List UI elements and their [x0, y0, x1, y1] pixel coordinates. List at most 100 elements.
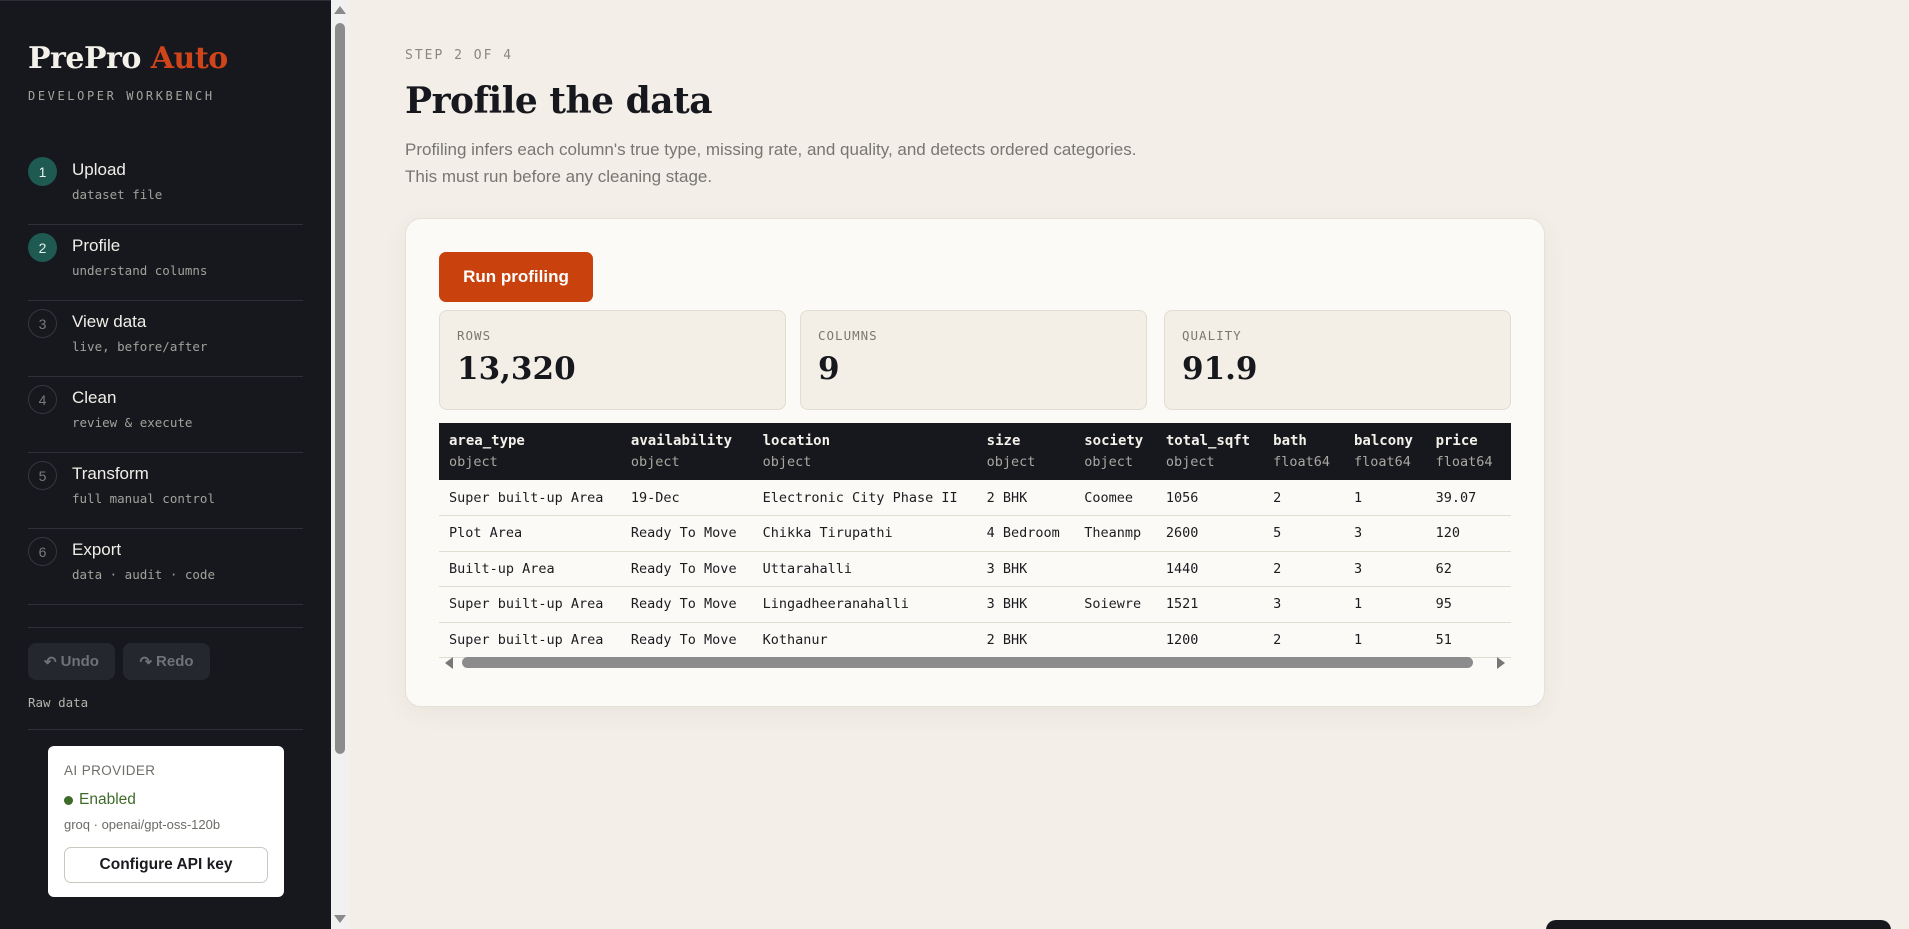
step-number: 2 [28, 233, 57, 262]
ai-provider-status: Enabled [64, 791, 136, 809]
undo-label: Undo [60, 653, 99, 670]
column-type: object [986, 454, 1036, 470]
run-profiling-button[interactable]: Run profiling [439, 252, 593, 302]
scroll-left-arrow-icon[interactable] [445, 657, 453, 669]
column-name: price [1435, 433, 1478, 449]
redo-icon: ↷ [139, 653, 153, 671]
step-item-clean[interactable]: 4 Clean review & execute [28, 377, 303, 453]
step-item-view-data[interactable]: 3 View data live, before/after [28, 301, 303, 377]
table-cell: 5 [1263, 515, 1344, 552]
table-cell: 2600 [1155, 515, 1264, 552]
scroll-up-arrow-icon[interactable] [334, 6, 346, 14]
sidebar-divider [28, 729, 303, 730]
configure-api-key-button[interactable]: Configure API key [64, 847, 268, 883]
scrollbar-thumb[interactable] [462, 657, 1473, 668]
sidebar-divider [28, 627, 303, 628]
column-type: object [762, 454, 812, 470]
column-header: area_type object [439, 423, 621, 480]
column-name: size [986, 433, 1021, 449]
column-type: float64 [1353, 454, 1411, 470]
column-header: size object [977, 423, 1075, 480]
bottom-panel-edge [1546, 920, 1891, 929]
brand-subtitle: DEVELOPER WORKBENCH [28, 89, 215, 103]
profile-card: Run profiling ROWS 13,320 COLUMNS 9 QUAL… [405, 218, 1545, 707]
table-cell: 4 Bedroom [976, 515, 1075, 552]
table-cell: Super built-up Area [439, 480, 621, 516]
step-number: 6 [28, 537, 57, 566]
step-navigation: 1 Upload dataset file 2 Profile understa… [28, 149, 303, 605]
metric-rows: ROWS 13,320 [439, 310, 786, 410]
column-header: balcony float64 [1344, 423, 1426, 480]
column-type: float64 [1435, 454, 1493, 470]
column-type: object [630, 454, 680, 470]
column-name: balcony [1353, 433, 1413, 449]
table-row: Built-up Area Ready To Move Uttarahalli … [439, 551, 1511, 587]
page-title: Profile the data [405, 80, 713, 122]
sidebar: PrePro Auto DEVELOPER WORKBENCH 1 Upload… [0, 0, 331, 929]
table-cell: Ready To Move [620, 515, 753, 552]
data-preview-table-container[interactable]: area_type object availability object locat… [439, 423, 1511, 666]
brand-name-part1: PrePro [28, 41, 141, 76]
table-cell: 1200 [1155, 622, 1264, 658]
ai-provider-card: AI PROVIDER Enabled groq · openai/gpt-os… [48, 746, 284, 897]
table-cell: Uttarahalli [752, 551, 977, 587]
brand-logo: PrePro Auto [28, 41, 228, 76]
step-item-upload[interactable]: 1 Upload dataset file [28, 149, 303, 225]
table-row: Super built-up Area Ready To Move Lingad… [439, 586, 1511, 623]
column-name: bath [1273, 433, 1307, 449]
metric-columns: COLUMNS 9 [800, 310, 1147, 410]
table-cell [1074, 551, 1156, 587]
column-header: price float64 [1426, 423, 1511, 480]
sidebar-scrollbar[interactable] [331, 0, 349, 929]
table-cell: 19-Dec [620, 480, 753, 516]
column-header: bath float64 [1263, 423, 1344, 480]
scroll-right-arrow-icon[interactable] [1497, 657, 1505, 669]
scroll-down-arrow-icon[interactable] [334, 915, 346, 923]
step-subtitle: dataset file [72, 187, 163, 202]
table-cell: Plot Area [439, 515, 621, 552]
table-cell: 3 [1343, 515, 1426, 552]
table-cell: 3 BHK [976, 586, 1075, 623]
undo-button[interactable]: ↶ Undo [28, 643, 115, 680]
table-cell: Ready To Move [620, 551, 753, 587]
table-cell: 1 [1343, 480, 1426, 516]
column-type: object [449, 454, 498, 470]
redo-button[interactable]: ↷ Redo [123, 643, 210, 680]
table-cell: 2 BHK [976, 622, 1075, 658]
table-cell: 1521 [1155, 586, 1264, 623]
table-cell: 120 [1425, 515, 1511, 552]
step-indicator: STEP 2 OF 4 [405, 48, 514, 63]
history-state-label: Raw data [28, 695, 89, 710]
table-cell: Coomee [1074, 480, 1156, 516]
redo-label: Redo [156, 653, 194, 670]
table-cell: 1 [1343, 622, 1426, 658]
table-horizontal-scrollbar[interactable] [439, 654, 1511, 670]
step-subtitle: review & execute [72, 415, 193, 430]
column-name: location [762, 433, 831, 449]
metric-label: ROWS [457, 328, 492, 343]
step-item-transform[interactable]: 5 Transform full manual control [28, 453, 303, 529]
table-cell: 1440 [1155, 551, 1264, 587]
table-cell: Electronic City Phase II [752, 480, 977, 516]
step-title: Export [72, 540, 122, 559]
scrollbar-thumb[interactable] [335, 23, 345, 754]
table-cell: 95 [1425, 586, 1511, 623]
table-cell: Lingadheeranahalli [752, 586, 977, 623]
step-title: Clean [72, 388, 117, 407]
step-item-profile[interactable]: 2 Profile understand columns [28, 225, 303, 301]
step-number: 3 [28, 309, 57, 338]
table-cell: 1 [1343, 586, 1426, 623]
table-cell: 51 [1425, 622, 1511, 658]
table-header-row: area_type object availability object locat… [439, 423, 1511, 480]
table-cell: 1056 [1155, 480, 1264, 516]
table-cell: 2 BHK [976, 480, 1075, 516]
ai-status-text: Enabled [79, 791, 136, 808]
step-item-export[interactable]: 6 Export data · audit · code [28, 529, 303, 605]
step-title: Upload [72, 160, 126, 179]
metric-label: QUALITY [1182, 328, 1242, 343]
table-cell: 3 [1263, 586, 1344, 623]
table-cell: Built-up Area [439, 551, 621, 587]
data-preview-table: area_type object availability object locat… [439, 423, 1511, 658]
table-cell: Kothanur [752, 622, 977, 658]
metric-quality: QUALITY 91.9 [1164, 310, 1511, 410]
